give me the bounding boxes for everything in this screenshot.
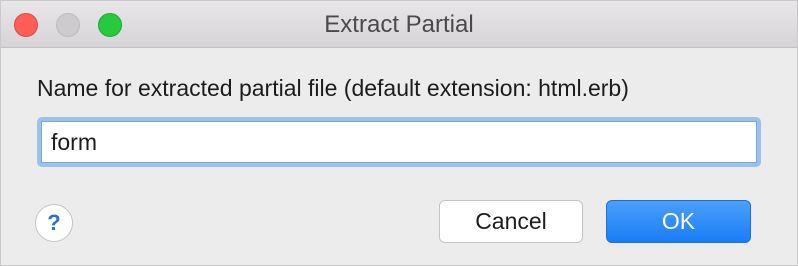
ok-button[interactable]: OK — [606, 200, 751, 243]
question-mark-icon: ? — [47, 210, 61, 235]
partial-name-field-focus-ring — [37, 117, 761, 167]
help-button[interactable]: ? — [35, 204, 73, 242]
window-title: Extract Partial — [324, 11, 474, 38]
partial-name-label: Name for extracted partial file (default… — [37, 75, 629, 101]
partial-name-input[interactable] — [41, 121, 757, 163]
extract-partial-dialog: Extract Partial Name for extracted parti… — [0, 0, 798, 266]
cancel-button[interactable]: Cancel — [439, 200, 583, 243]
title-bar[interactable]: Extract Partial — [1, 1, 797, 48]
